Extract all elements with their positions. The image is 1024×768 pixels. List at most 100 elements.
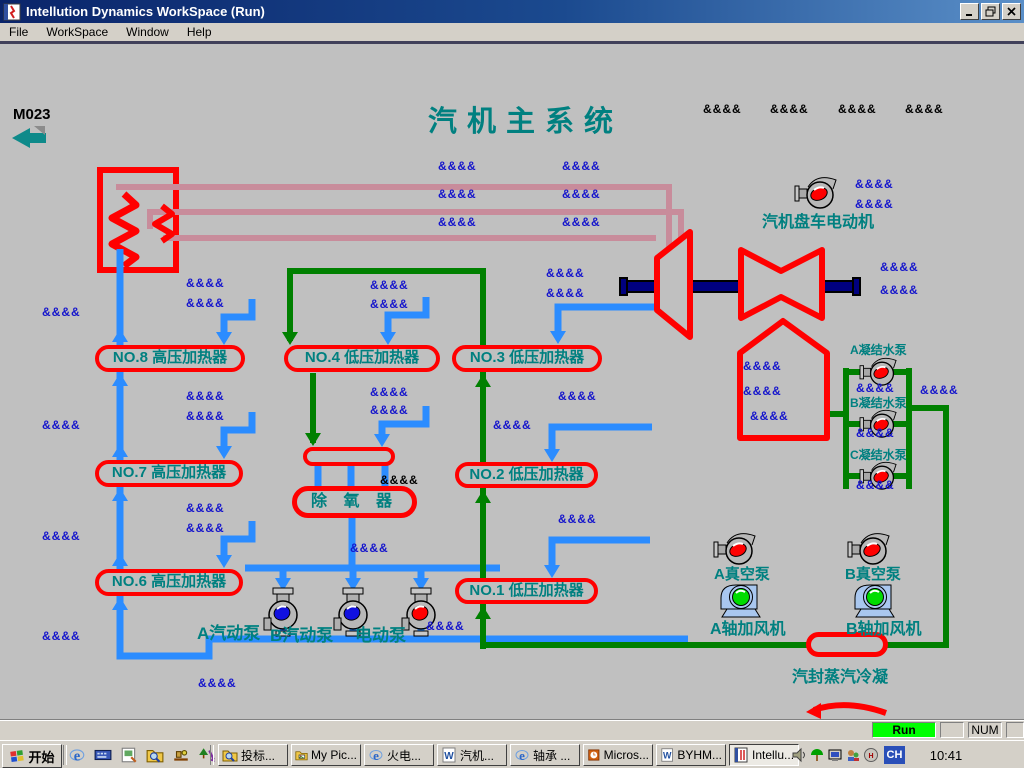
speaker-icon [791,747,807,763]
run-mode-indicator: Run [872,722,936,738]
ifix-icon [733,747,749,763]
task-buttons: 投标... My Pic... e 火电... W 汽机... e 轴承 ... Micros.… [218,744,799,766]
clock: 10:41 [916,748,976,763]
recirculation-arrow [806,703,886,719]
restore-icon [984,5,997,18]
window-title: Intellution Dynamics WorkSpace (Run) [26,4,958,19]
numlock-indicator: NUM [968,722,1002,738]
badge-icon: H [863,747,879,763]
tray-speaker[interactable] [791,747,807,768]
quicklaunch-desk[interactable] [172,746,190,768]
restore-button[interactable] [981,3,1000,20]
task-button-label: My Pic... [311,748,357,762]
app-icon [3,3,21,21]
task-button[interactable]: Micros... [583,744,653,766]
task-button-label: 投标... [241,747,275,764]
shaft-fan-b[interactable] [855,585,894,617]
vacuum-pump-a[interactable] [714,534,755,564]
menu-workspace[interactable]: WorkSpace [37,24,117,40]
word-icon: W [441,747,457,763]
folder-search-icon [146,746,164,764]
ime-indicator[interactable]: CH [884,746,905,764]
lp-turbine[interactable] [741,250,822,318]
system-tray: H [791,747,879,768]
steam-driven-pump-b[interactable] [334,588,367,636]
feedwater-pipes [120,249,688,656]
status-panel [1006,722,1024,738]
minimize-icon [963,5,976,18]
start-label: 开始 [28,747,54,766]
quicklaunch-ie[interactable]: e [68,746,86,768]
ie-icon: e [514,747,530,763]
svg-text:e: e [519,748,525,763]
menu-bar: FileWorkSpaceWindowHelp [0,23,1024,41]
ie-icon: e [68,746,86,764]
outlook-icon [587,747,601,763]
pictures-icon [120,746,138,764]
condensate-pump-b[interactable] [860,410,896,437]
menu-separator [0,41,1024,44]
task-button[interactable]: My Pic... [291,744,361,766]
word-icon: W [660,747,674,763]
condensate-pump-c[interactable] [860,462,896,489]
tray-users[interactable] [845,747,861,768]
condenser[interactable] [740,321,827,438]
turning-gear-motor[interactable] [795,178,836,208]
status-panel [940,722,964,738]
menu-file[interactable]: File [0,24,37,40]
main-steam-lines [116,187,681,248]
task-button[interactable]: 投标... [218,744,288,766]
tray-monitor[interactable] [827,747,843,768]
minimize-button[interactable] [960,3,979,20]
task-button-label: 汽机... [460,747,494,764]
tray-umbrella[interactable] [809,747,825,768]
close-icon [1005,5,1018,18]
task-button[interactable]: W 汽机... [437,744,507,766]
umbrella-icon [809,747,825,763]
task-button-label: 火电... [387,747,421,764]
task-button-label: 轴承 ... [533,747,570,764]
turbine-system-diagram [0,0,1024,768]
task-button[interactable]: e 火电... [364,744,434,766]
quicklaunch-pictures[interactable] [120,746,138,768]
taskbar: 开始 e 投标... My Pic... e 火电... W 汽机... e 轴承 ... Mi… [0,740,1024,768]
windows-logo-icon [9,749,26,764]
svg-text:e: e [74,749,81,764]
task-button[interactable]: Intellu... [729,744,799,766]
desk-icon [172,746,190,764]
title-bar: Intellution Dynamics WorkSpace (Run) [0,0,1024,23]
quicklaunch-keyboard[interactable] [94,746,112,768]
task-button-label: BYHM... [677,748,722,762]
back-arrow-icon[interactable] [12,126,46,148]
status-bar: Run NUM [0,719,1024,741]
workspace-window: M023 汽机主系统 除 氧 器 NO.8 高压加热器NO.7 高压加热器NO.… [0,0,1024,768]
menu-window[interactable]: Window [117,24,178,40]
folder-pictures-icon [295,747,308,763]
hp-turbine[interactable] [657,232,690,337]
folder-search-icon [222,747,238,763]
taskbar-separator [210,745,214,765]
shaft-fan-a[interactable] [721,585,760,617]
svg-text:e: e [373,748,379,763]
start-button[interactable]: 开始 [2,744,62,768]
taskbar-separator [63,745,67,765]
quick-launch: e [68,746,216,768]
monitor-icon [827,747,843,763]
svg-text:H: H [868,753,873,760]
users-icon [845,747,861,763]
svg-text:W: W [663,751,672,761]
tray-badge[interactable]: H [863,747,879,768]
quicklaunch-folder-search[interactable] [146,746,164,768]
menu-help[interactable]: Help [178,24,221,40]
close-button[interactable] [1002,3,1021,20]
task-button[interactable]: W BYHM... [656,744,726,766]
steam-driven-pump-a[interactable] [264,588,297,636]
task-button[interactable]: e 轴承 ... [510,744,580,766]
ie-icon: e [368,747,384,763]
task-button-label: Micros... [604,748,649,762]
vacuum-pump-b[interactable] [848,534,889,564]
keyboard-icon [94,746,112,764]
svg-text:W: W [444,751,454,762]
condensate-pump-a[interactable] [860,358,896,385]
electric-pump[interactable] [402,588,435,636]
